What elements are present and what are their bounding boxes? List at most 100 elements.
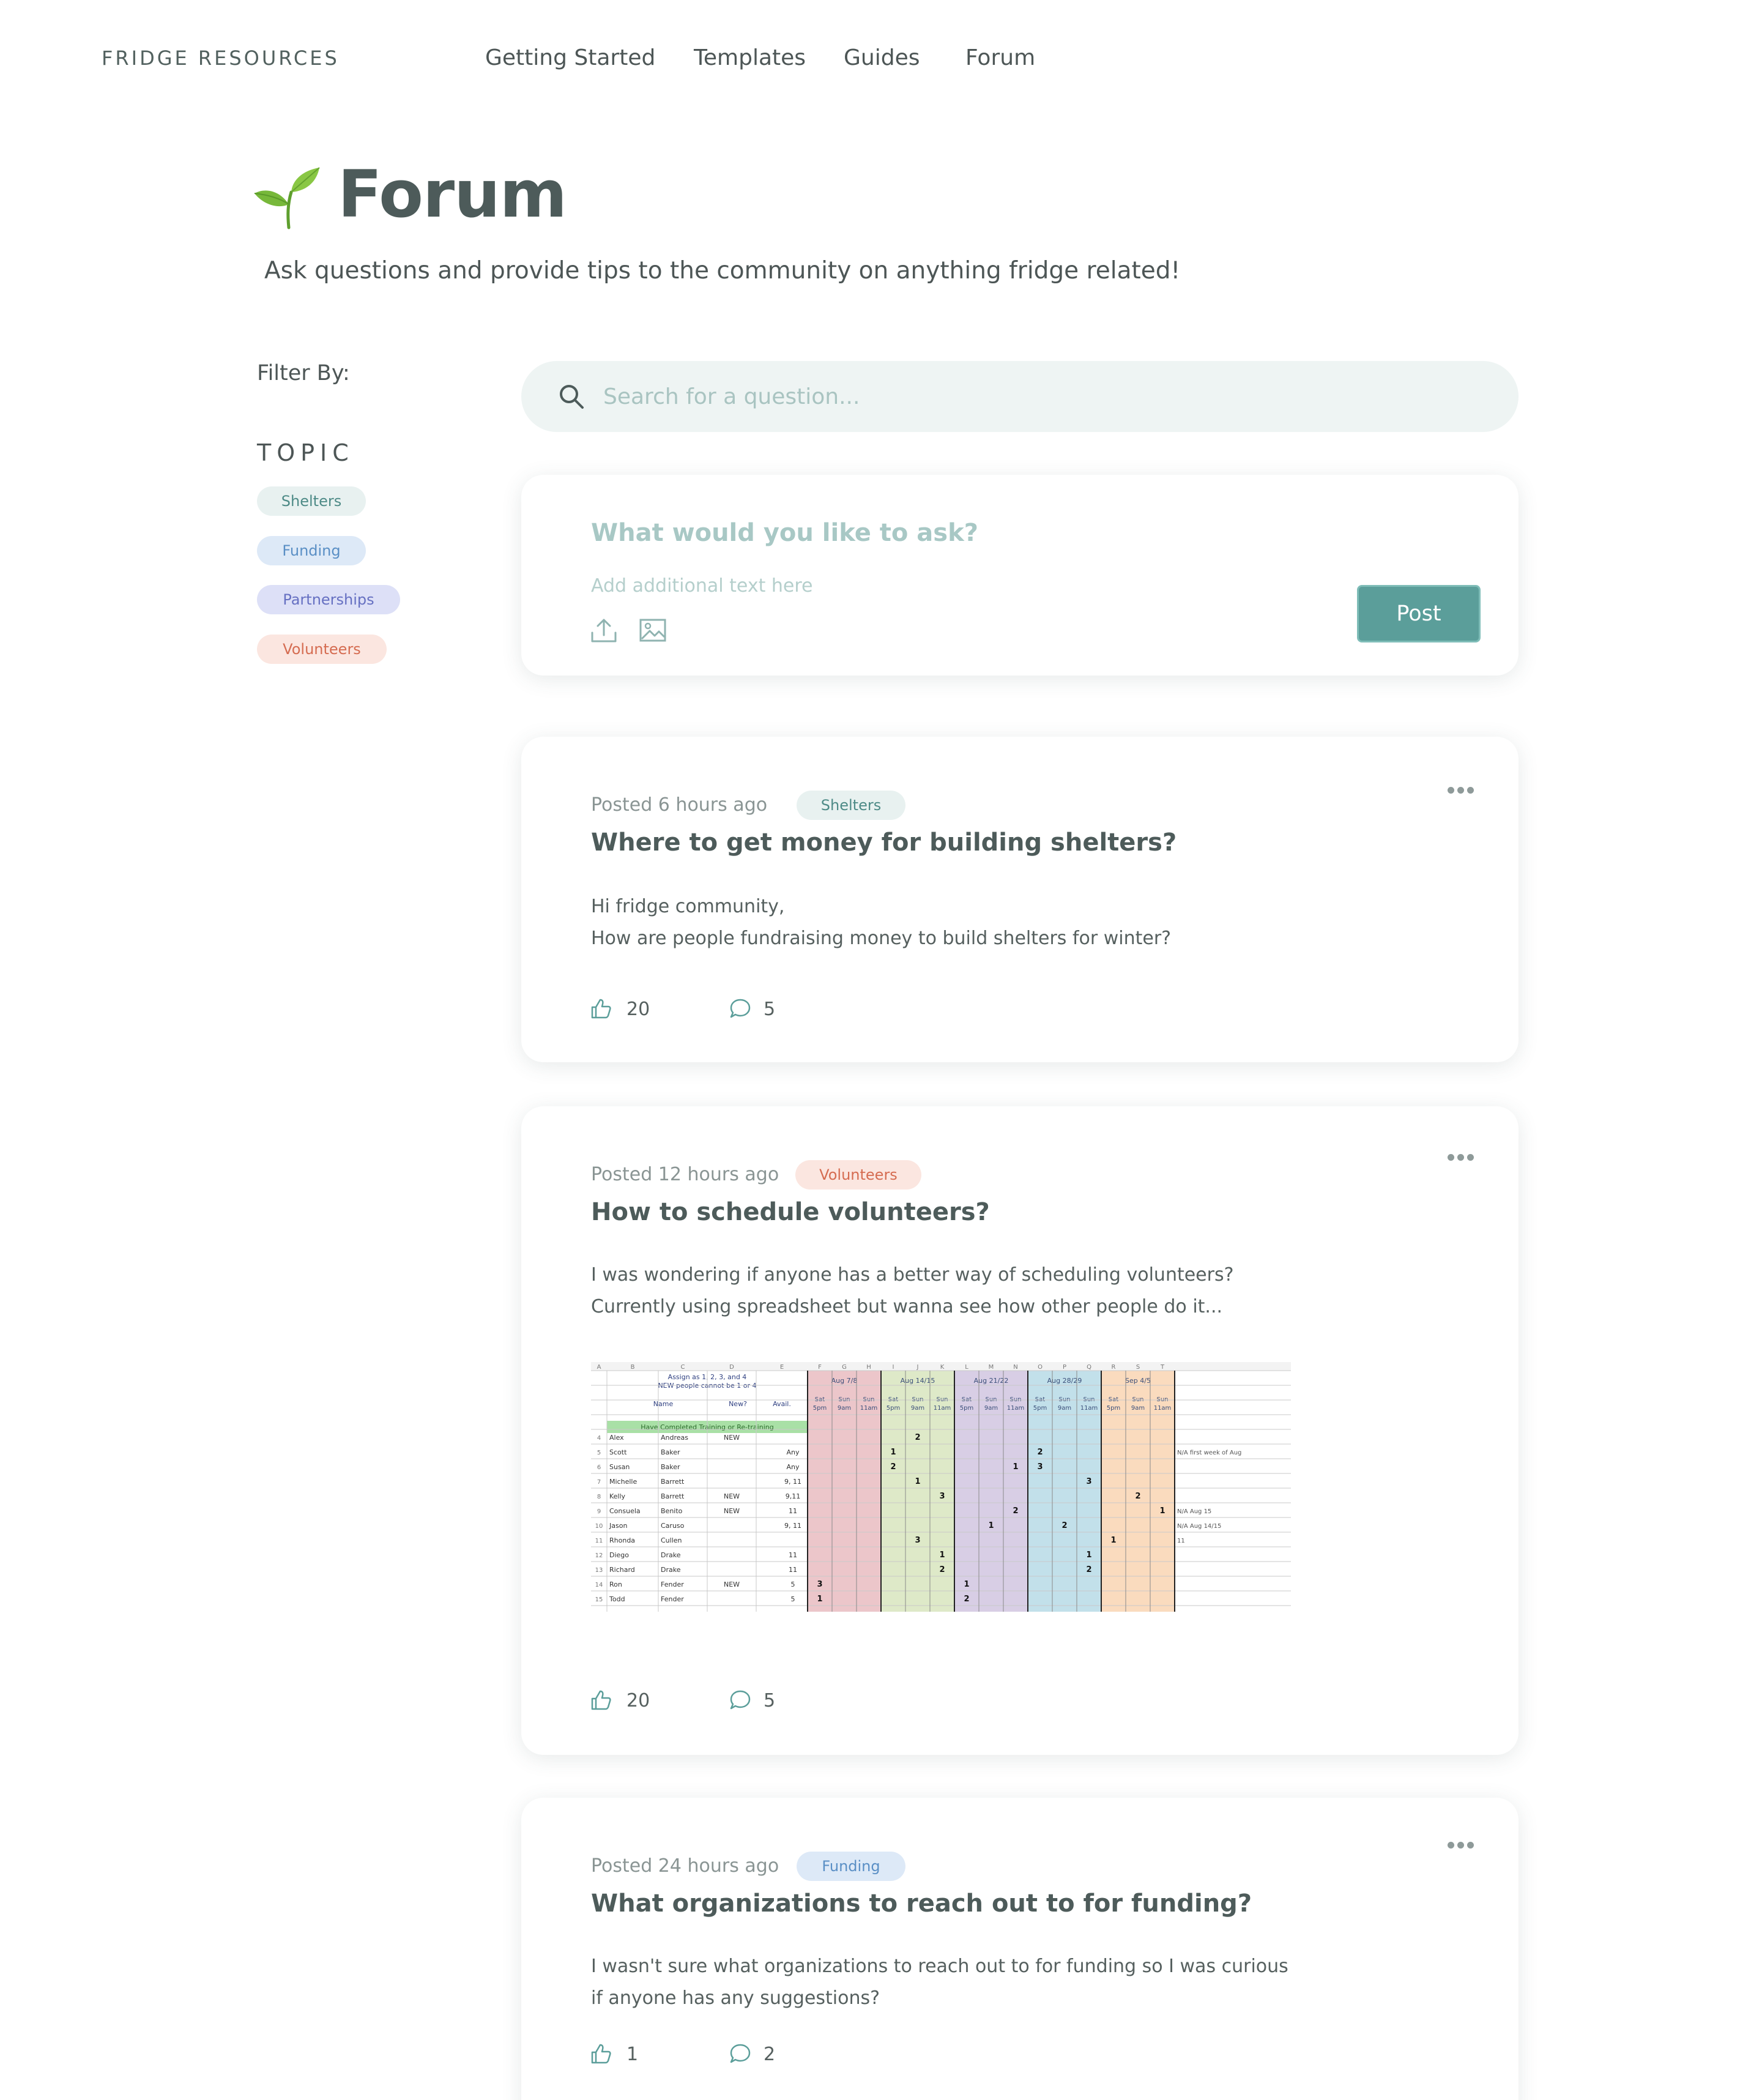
search-input[interactable] (603, 379, 1460, 414)
filter-label: Filter By: (257, 361, 350, 385)
post-title[interactable]: Where to get money for building shelters… (591, 828, 1177, 857)
post-body-line: I was wondering if anyone has a better w… (591, 1264, 1234, 1286)
sheet-row-number: 10 (595, 1523, 603, 1530)
nav-getting-started[interactable]: Getting Started (485, 45, 655, 70)
more-options-icon[interactable] (1448, 787, 1474, 794)
spreadsheet-image[interactable]: A B C D E F G H I J K L M N O P Q R S TAug 7/8Sat5pmSun9amS… (591, 1362, 1291, 1619)
sheet-column-letter: P (1063, 1364, 1066, 1371)
sheet-cell-first-name: Alex (609, 1434, 624, 1442)
sheet-cell-avail: 11 (789, 1566, 797, 1574)
like-count: 1 (626, 2044, 639, 2065)
sheet-row-number: 13 (595, 1567, 603, 1574)
sheet-cell-assignment: 1 (915, 1477, 920, 1486)
sheet-cell-assignment: 1 (964, 1580, 969, 1589)
more-options-icon[interactable] (1448, 1154, 1474, 1161)
sheet-cell-last-name: Barrett (661, 1492, 685, 1500)
sheet-cell-assignment: 1 (1159, 1506, 1165, 1516)
sheet-column-letter: S (1136, 1364, 1140, 1371)
sheet-cell-assignment: 1 (1086, 1551, 1091, 1560)
sheet-cell-assignment: 1 (817, 1595, 822, 1604)
sheet-cell-new: NEW (724, 1492, 740, 1500)
post-timestamp: Posted 6 hours ago (591, 794, 768, 816)
sheet-cell-avail: 5 (791, 1581, 795, 1588)
sheet-cell-note: 11 (1177, 1538, 1185, 1544)
post-tag-shelters[interactable]: Shelters (797, 791, 905, 820)
post-tag-funding[interactable]: Funding (797, 1852, 905, 1881)
sheet-row-number: 8 (597, 1494, 601, 1500)
sheet-cell-assignment: 1 (1110, 1536, 1116, 1545)
thumbs-up-icon[interactable] (590, 1689, 612, 1711)
post-timestamp: Posted 12 hours ago (591, 1164, 779, 1185)
like-count: 20 (626, 1690, 650, 1711)
sheet-cell-assignment: 2 (890, 1462, 896, 1472)
thumbs-up-icon[interactable] (590, 2042, 612, 2065)
sheet-row-number: 14 (595, 1582, 603, 1588)
sheet-slot-time: 9am (911, 1405, 924, 1412)
post-title[interactable]: How to schedule volunteers? (591, 1198, 990, 1226)
topic-chip-shelters[interactable]: Shelters (257, 486, 366, 516)
sheet-cell-last-name: Caruso (661, 1522, 685, 1530)
sheet-cell-new: NEW (724, 1434, 740, 1442)
upload-icon[interactable] (590, 617, 618, 644)
sheet-cell-first-name: Todd (609, 1595, 625, 1603)
comment-icon[interactable] (729, 2042, 751, 2065)
sheet-column-letter: D (729, 1364, 734, 1371)
sheet-row-number: 5 (597, 1450, 601, 1456)
sheet-column-letter: L (965, 1364, 968, 1371)
post-card: Posted 12 hours ago Volunteers How to sc… (521, 1106, 1519, 1755)
post-body: I wasn't sure what organizations to reac… (591, 1951, 1288, 2014)
topic-chip-volunteers[interactable]: Volunteers (257, 635, 387, 664)
sheet-week-label: Sep 4/5 (1125, 1377, 1151, 1385)
sheet-cell-assignment: 2 (964, 1595, 969, 1604)
sheet-column-letter: H (866, 1364, 871, 1371)
search-icon[interactable] (557, 382, 586, 411)
more-options-icon[interactable] (1448, 1842, 1474, 1849)
sheet-cell-last-name: Drake (661, 1551, 681, 1559)
sheet-cell-avail: Any (786, 1463, 799, 1471)
sheet-cell-assignment: 3 (915, 1536, 920, 1545)
sheet-column-letter: A (597, 1364, 601, 1371)
sheet-row-number: 9 (597, 1508, 601, 1515)
sheet-cell-note: N/A Aug 14/15 (1177, 1523, 1221, 1530)
sheet-slot-time: 5pm (813, 1405, 827, 1412)
nav-templates[interactable]: Templates (694, 45, 806, 70)
sheet-cell-assignment: 1 (1013, 1462, 1018, 1472)
sheet-cell-last-name: Drake (661, 1566, 681, 1574)
post-body: Hi fridge community, How are people fund… (591, 891, 1171, 955)
sheet-cell-new: NEW (724, 1507, 740, 1515)
question-title-input[interactable]: What would you like to ask? (591, 519, 978, 547)
post-button[interactable]: Post (1357, 585, 1481, 642)
comment-icon[interactable] (729, 997, 751, 1019)
sheet-cell-last-name: Baker (661, 1463, 680, 1471)
sheet-row-number: 15 (595, 1596, 603, 1603)
sheet-cell-assignment: 1 (890, 1448, 896, 1457)
sheet-cell-assignment: 1 (988, 1521, 994, 1530)
post-body: I was wondering if anyone has a better w… (591, 1259, 1234, 1323)
post-title[interactable]: What organizations to reach out to for f… (591, 1890, 1252, 1918)
sheet-row-number: 11 (595, 1538, 603, 1544)
topic-chip-partnerships[interactable]: Partnerships (257, 585, 400, 614)
sheet-cell-avail: 9,11 (786, 1492, 801, 1500)
post-tag-volunteers[interactable]: Volunteers (795, 1160, 921, 1190)
sheet-cell-avail: Any (786, 1448, 799, 1456)
image-icon[interactable] (639, 617, 667, 644)
nav-guides[interactable]: Guides (844, 45, 920, 70)
post-body-line: if anyone has any suggestions? (591, 1987, 880, 2009)
page-title: Forum (338, 157, 567, 232)
topic-chip-funding[interactable]: Funding (257, 536, 366, 565)
sheet-header-avail: Avail. (773, 1400, 791, 1408)
sheet-cell-first-name: Michelle (609, 1478, 637, 1486)
comment-count: 2 (764, 2044, 776, 2065)
nav-forum[interactable]: Forum (965, 45, 1035, 70)
sheet-cell-assignment: 3 (817, 1580, 822, 1589)
sheet-cell-assignment: 3 (939, 1492, 945, 1501)
seedling-icon (254, 167, 320, 229)
sheet-cell-assignment: 2 (1061, 1521, 1067, 1530)
sheet-header-name: Name (653, 1400, 674, 1408)
question-body-input[interactable]: Add additional text here (591, 575, 813, 597)
comment-icon[interactable] (729, 1689, 751, 1711)
sheet-cell-assignment: 3 (1086, 1477, 1091, 1486)
brand-logo[interactable]: FRIDGE RESOURCES (102, 47, 340, 70)
thumbs-up-icon[interactable] (590, 997, 612, 1019)
sheet-column-letter: R (1112, 1364, 1116, 1371)
